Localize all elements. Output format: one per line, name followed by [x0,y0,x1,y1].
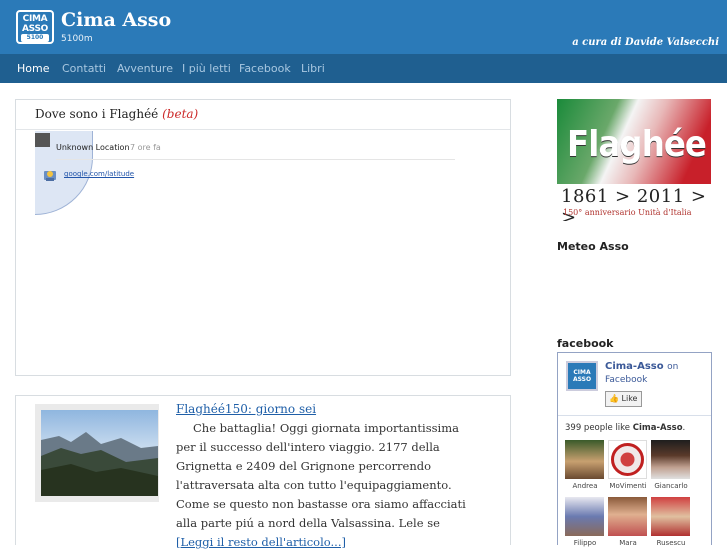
read-more-link[interactable]: [Leggi il resto dell'articolo...] [176,535,346,549]
fan-name[interactable]: Rusescu [646,539,696,547]
fan-avatar[interactable] [565,497,604,536]
facebook-like-box: CIMA ASSO Cima-Asso on Facebook 👍 Like 39… [557,352,712,547]
panel-header: Dove sono i Flaghéé (beta) [16,100,510,130]
fan-name[interactable]: Giancarlo [646,482,696,490]
nav-item-facebook[interactable]: Facebook [239,62,291,75]
nav-item-piu-letti[interactable]: I più letti [182,62,231,75]
site-subtitle: 5100m [61,34,93,44]
site-byline: a cura di Davide Valsecchi [572,37,719,48]
post-thumbnail[interactable] [35,404,159,502]
fan-avatar[interactable] [608,440,647,479]
like-button[interactable]: 👍 Like [605,391,642,407]
latitude-link[interactable]: google.com/latitude [64,170,134,178]
nav-item-avventure[interactable]: Avventure [117,62,173,75]
site-logo[interactable]: CIMA ASSO 5100 [16,10,54,44]
logo-line-1: CIMA [22,14,48,24]
banner-text: Flaghée [567,124,707,165]
like-count: 399 people like Cima-Asso. [565,423,685,433]
divider [56,159,455,160]
fb-divider [558,415,711,416]
main-nav: Home Contatti Avventure I più letti Face… [0,54,727,83]
thumbs-up-icon: 👍 [609,394,619,403]
panel-title: Dove sono i Flaghéé (beta) [35,107,198,121]
post-title[interactable]: Flaghéé150: giorno sei [176,402,316,416]
post-body-text: Che battaglia! Oggi giornata importantis… [176,421,466,530]
post-panel: Flaghéé150: giorno sei Che battaglia! Og… [15,395,511,549]
like-count-prefix: 399 people like [565,423,631,433]
banner-anniversary: 150° anniversario Unità d'Italia [563,208,692,217]
fb-page-name-text: Cima-Asso [605,361,664,372]
logo-line-3: 5100 [21,34,49,42]
flaghee-banner[interactable]: Flaghée 1861 > 2011 > > 150° anniversari… [557,99,711,221]
latitude-icon [43,167,57,181]
fan-avatar[interactable] [651,440,690,479]
fb-page-name[interactable]: Cima-Asso on [605,361,678,372]
fb-facebook-label: Facebook [605,375,648,385]
user-avatar [35,133,50,147]
fb-on-label: on [667,362,679,372]
page-avatar[interactable]: CIMA ASSO [566,361,598,391]
location-time: 7 ore fa [130,143,161,152]
nav-item-home[interactable]: Home [17,62,49,75]
logo-line-2: ASSO [22,24,48,34]
facebook-heading: facebook [557,337,614,350]
fan-avatar[interactable] [565,440,604,479]
location-name: Unknown Location [56,143,130,152]
like-label: Like [621,394,638,403]
beta-label: (beta) [162,107,199,121]
site-title[interactable]: Cima Asso [61,9,171,31]
latitude-panel: Dove sono i Flaghéé (beta) Unknown Locat… [15,99,511,376]
site-header: CIMA ASSO 5100 Cima Asso 5100m a cura di… [0,0,727,54]
like-count-suffix: . [682,423,686,433]
fan-avatar[interactable] [651,497,690,536]
nav-item-contatti[interactable]: Contatti [62,62,106,75]
nav-item-libri[interactable]: Libri [301,62,325,75]
meteo-heading: Meteo Asso [557,240,629,253]
like-count-page[interactable]: Cima-Asso [633,423,683,433]
fan-avatar[interactable] [608,497,647,536]
panel-title-text: Dove sono i Flaghéé [35,107,159,121]
post-excerpt: Che battaglia! Oggi giornata importantis… [176,419,476,552]
